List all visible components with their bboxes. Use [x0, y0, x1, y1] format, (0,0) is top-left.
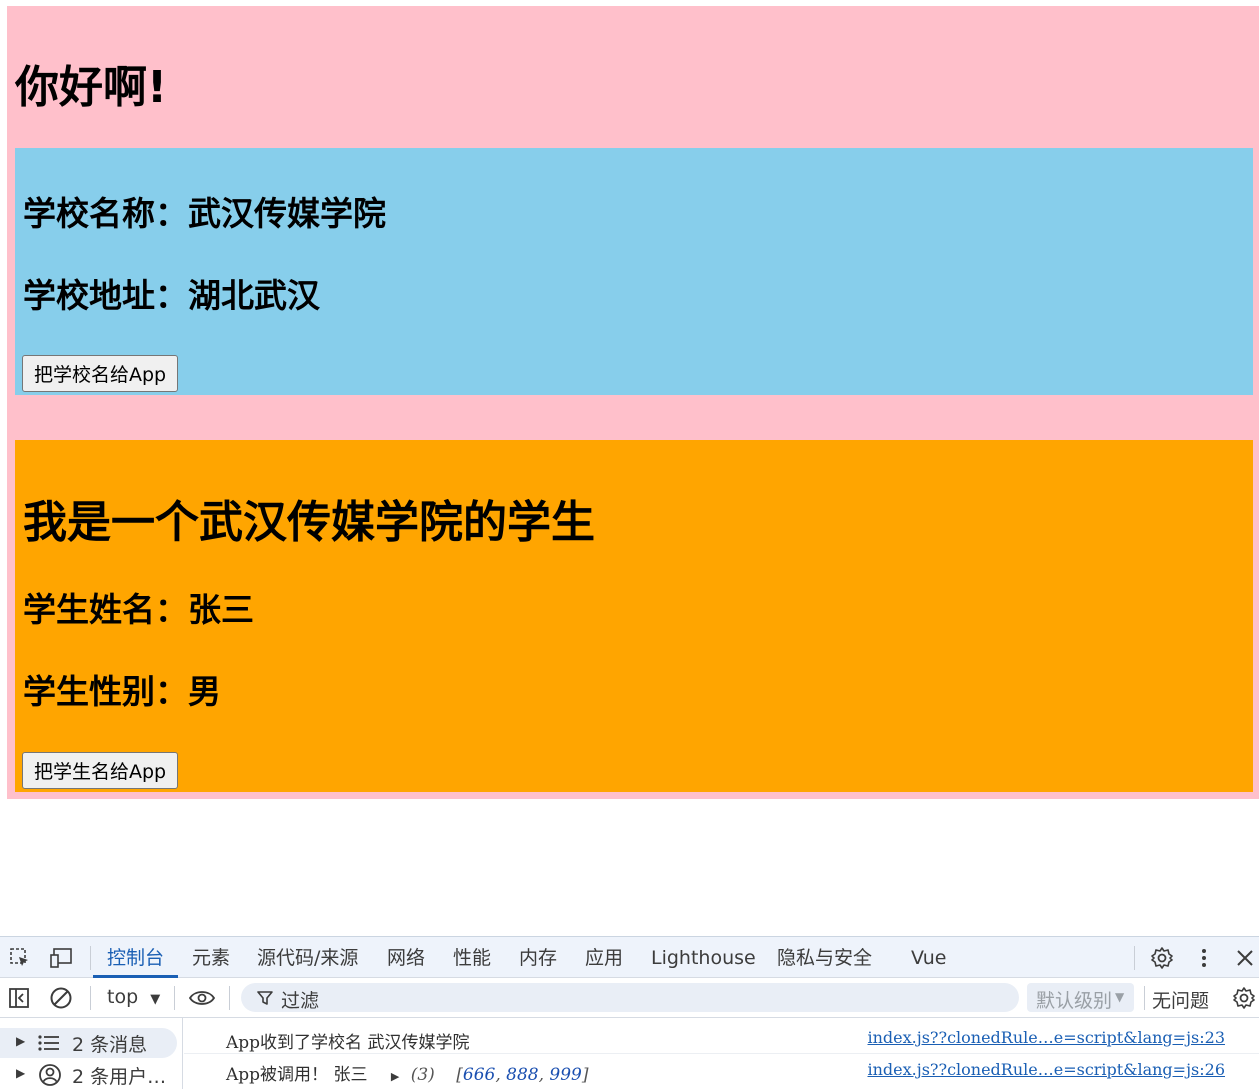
- close-icon[interactable]: [1232, 945, 1258, 971]
- log-level-selector[interactable]: 默认级别 ▼: [1027, 983, 1134, 1012]
- devtools-tabbar: 控制台 元素 源代码/来源 网络 性能 内存 应用 Lighthouse 隐私与…: [0, 937, 1259, 978]
- live-expression-eye-icon[interactable]: [189, 985, 215, 1011]
- array-value: 999: [549, 1065, 582, 1085]
- log-message: App收到了学校名 武汉传媒学院: [226, 1033, 470, 1053]
- greeting-heading: 你好啊!: [15, 62, 168, 113]
- array-length: (3): [410, 1065, 435, 1085]
- expand-arrow-icon: ▶: [16, 1066, 26, 1080]
- tab-console[interactable]: 控制台: [92, 937, 179, 978]
- array-value: 888: [506, 1065, 539, 1085]
- tab-lighthouse[interactable]: Lighthouse: [651, 937, 756, 977]
- console-log-row: App收到了学校名 武汉传媒学院 index.js??clonedRule…e=…: [184, 1022, 1259, 1054]
- issues-counter[interactable]: 无问题: [1152, 986, 1209, 1013]
- divider: [229, 986, 230, 1010]
- student-name: 学生姓名：张三: [23, 590, 254, 629]
- send-school-name-button[interactable]: 把学校名给App: [22, 355, 179, 392]
- expand-array-arrow-icon[interactable]: ▶: [391, 1070, 399, 1083]
- school-address: 学校地址：湖北武汉: [23, 276, 320, 315]
- log-message-line: App被调用！ 张三 ▶ (3) [666, 888, 999]: [226, 1065, 589, 1085]
- dropdown-arrow-icon: ▼: [150, 992, 161, 1007]
- array-open-bracket: [: [456, 1065, 463, 1085]
- clear-console-icon[interactable]: [48, 985, 74, 1011]
- divider: [1144, 986, 1145, 1010]
- devtools-panel: 控制台 元素 源代码/来源 网络 性能 内存 应用 Lighthouse 隐私与…: [0, 936, 1259, 1089]
- school-name: 学校名称：武汉传媒学院: [23, 194, 386, 233]
- tab-sources[interactable]: 源代码/来源: [257, 937, 358, 977]
- sidebar-item-label: 2 条用户…: [72, 1066, 167, 1088]
- filter-placeholder: 过滤: [281, 990, 320, 1012]
- tab-application[interactable]: 应用: [585, 937, 623, 977]
- context-selector[interactable]: top ▼: [107, 986, 160, 1008]
- list-icon: [38, 1033, 60, 1058]
- console-toolbar: top ▼ 过滤 默认级别 ▼ 无问题: [0, 978, 1259, 1018]
- tab-elements[interactable]: 元素: [192, 937, 230, 977]
- divider: [90, 946, 91, 970]
- more-options-icon[interactable]: [1191, 945, 1217, 971]
- filter-input[interactable]: 过滤: [241, 983, 1019, 1012]
- console-sidebar: ▶ 2 条消息 ▶ 2 条用户…: [0, 1018, 183, 1089]
- tab-network[interactable]: 网络: [387, 937, 425, 977]
- array-value: 666: [462, 1065, 496, 1085]
- sidebar-item-label: 2 条消息: [72, 1034, 148, 1056]
- log-level-value: 默认级别: [1036, 990, 1113, 1012]
- tab-memory[interactable]: 内存: [519, 937, 557, 977]
- filter-funnel-icon: [257, 989, 273, 1011]
- array-close-bracket: ]: [581, 1065, 589, 1085]
- log-source-link[interactable]: index.js??clonedRule…e=script&lang=js:26: [868, 1060, 1226, 1079]
- log-message: App被调用！ 张三: [226, 1065, 368, 1085]
- app-root: 你好啊! 学校名称：武汉传媒学院 学校地址：湖北武汉 把学校名给App 我是一个…: [7, 6, 1259, 799]
- school-component: 学校名称：武汉传媒学院 学校地址：湖北武汉 把学校名给App: [15, 148, 1253, 395]
- divider: [90, 986, 91, 1010]
- send-student-name-button[interactable]: 把学生名给App: [22, 752, 179, 789]
- sidebar-item-user-messages[interactable]: ▶ 2 条用户…: [0, 1060, 177, 1090]
- tab-privacy-security[interactable]: 隐私与安全: [777, 937, 872, 977]
- context-value: top: [107, 986, 139, 1008]
- expand-arrow-icon: ▶: [16, 1034, 26, 1048]
- device-toolbar-icon[interactable]: [48, 945, 74, 971]
- dropdown-arrow-icon: ▼: [1115, 990, 1125, 1004]
- inspect-element-icon[interactable]: [7, 945, 33, 971]
- settings-gear-icon[interactable]: [1149, 945, 1175, 971]
- divider: [1134, 946, 1135, 970]
- console-settings-gear-icon[interactable]: [1231, 985, 1257, 1011]
- log-source-link[interactable]: index.js??clonedRule…e=script&lang=js:23: [868, 1028, 1226, 1047]
- student-title: 我是一个武汉传媒学院的学生: [23, 497, 595, 548]
- sidebar-item-messages[interactable]: ▶ 2 条消息: [0, 1028, 177, 1058]
- student-component: 我是一个武汉传媒学院的学生 学生姓名：张三 学生性别：男 把学生名给App: [15, 440, 1253, 792]
- console-log-row: App被调用！ 张三 ▶ (3) [666, 888, 999] index.j…: [184, 1054, 1259, 1086]
- sidebar-toggle-icon[interactable]: [6, 985, 32, 1011]
- tab-vue[interactable]: Vue: [911, 937, 946, 977]
- divider: [174, 986, 175, 1010]
- tab-performance[interactable]: 性能: [453, 937, 491, 977]
- student-gender: 学生性别：男: [23, 672, 221, 711]
